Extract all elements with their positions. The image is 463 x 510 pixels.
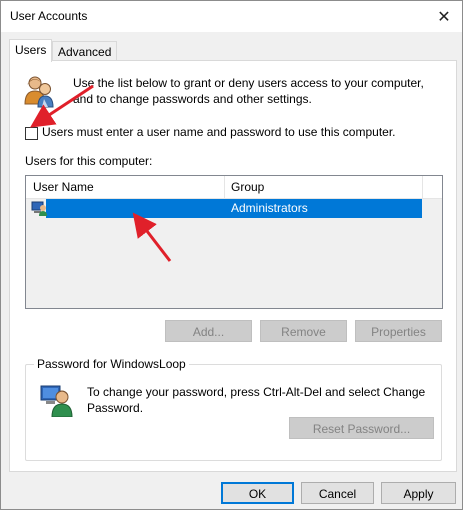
annotation-overlay <box>29 84 172 262</box>
tab-users[interactable]: Users <box>9 39 53 62</box>
tab-users-label: Users <box>15 43 47 57</box>
annotation-arrow-user <box>132 212 172 262</box>
annotation-arrow-checkbox <box>29 84 94 128</box>
